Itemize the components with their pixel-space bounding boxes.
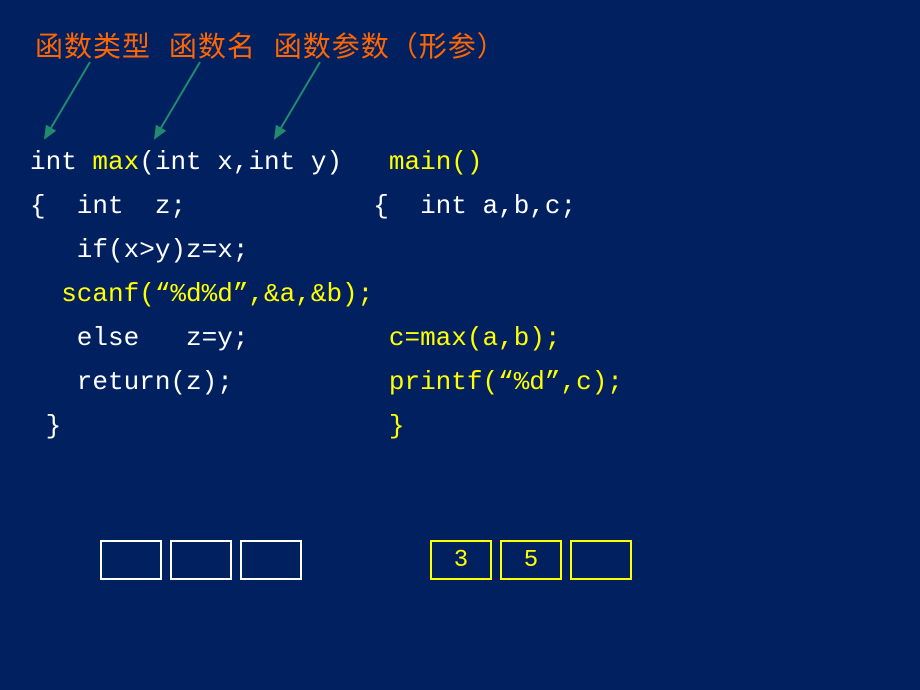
box-left-2 [170,540,232,580]
box-left-3 [240,540,302,580]
right-boxes: 3 5 [430,540,632,580]
left-boxes [100,540,302,580]
code-line-1: int max(int x,int y) main() [30,140,639,184]
box-right-1: 3 [430,540,492,580]
box-right-2: 5 [500,540,562,580]
label-params: 函数参数（形参） [274,30,506,63]
code-line-2: { int z; { int a,b,c; [30,184,639,228]
code-line-3: if(x>y)z=x; [30,228,639,272]
code-line-4: scanf(“%d%d”,&a,&b); [30,272,639,316]
code-line-5: else z=y; c=max(a,b); [30,316,639,360]
code-line-6: return(z); printf(“%d”,c); [30,360,639,404]
label-type: 函数类型 [35,30,151,63]
heading-labels: 函数类型 函数名 函数参数（形参） [35,25,506,65]
box-left-1 [100,540,162,580]
code-block: int max(int x,int y) main() { int z; { i… [30,140,639,448]
box-right-3 [570,540,632,580]
code-line-7: } } [30,404,639,448]
label-name: 函数名 [169,30,256,63]
